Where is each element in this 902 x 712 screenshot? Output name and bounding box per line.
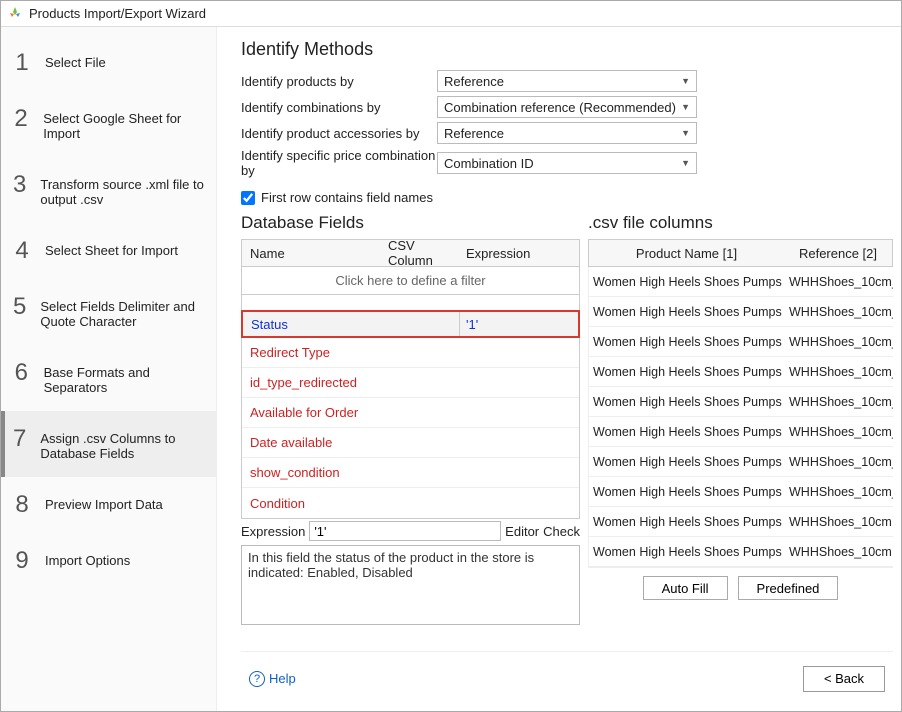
field-row[interactable]: show_condition	[242, 458, 579, 488]
predefined-button[interactable]: Predefined	[738, 576, 839, 600]
identify-products-label: Identify products by	[241, 74, 437, 89]
field-row[interactable]: Date available	[242, 428, 579, 458]
help-icon: ?	[249, 671, 265, 687]
wizard-footer: ? Help < Back	[241, 651, 893, 705]
field-description: In this field the status of the product …	[241, 545, 580, 625]
expression-input[interactable]	[309, 521, 501, 541]
auto-fill-button[interactable]: Auto Fill	[643, 576, 728, 600]
step-8[interactable]: 8Preview Import Data	[1, 477, 216, 533]
selected-field-name: Status	[243, 317, 381, 332]
col-exp-header[interactable]: Expression	[458, 246, 579, 261]
csv-col-2-header[interactable]: Reference [2]	[784, 246, 892, 261]
csv-row[interactable]: Women High Heels Shoes Pumps 10cmWHHShoe…	[589, 477, 893, 507]
identify-combinations-combo[interactable]: Combination reference (Recommended)▼	[437, 96, 697, 118]
csv-row[interactable]: Women High Heels Shoes Pumps 10cmWHHShoe…	[589, 357, 893, 387]
identify-price-combo-label: Identify specific price combination by	[241, 148, 437, 178]
help-link[interactable]: ? Help	[249, 671, 296, 687]
csv-row[interactable]: Women High Heels Shoes Pumps 10cmWHHShoe…	[589, 387, 893, 417]
identify-accessories-combo[interactable]: Reference▼	[437, 122, 697, 144]
chevron-down-icon: ▼	[681, 158, 690, 168]
app-icon	[7, 6, 23, 22]
step-7[interactable]: 7Assign .csv Columns to Database Fields	[1, 411, 216, 477]
db-fields-header: Name CSV Column Expression	[241, 239, 580, 267]
check-link[interactable]: Check	[543, 524, 580, 539]
field-row[interactable]: Redirect Type	[242, 338, 579, 368]
identify-accessories-label: Identify product accessories by	[241, 126, 437, 141]
csv-columns-panel: .csv file columns Product Name [1] Refer…	[588, 213, 893, 651]
identify-header: Identify Methods	[241, 39, 893, 60]
help-label: Help	[269, 671, 296, 686]
main-panel: Identify Methods Identify products by Re…	[217, 27, 901, 711]
titlebar: Products Import/Export Wizard	[1, 1, 901, 27]
col-name-header[interactable]: Name	[242, 246, 380, 261]
csv-row[interactable]: Women High Heels Shoes Pumps 10cmWHHShoe…	[589, 297, 893, 327]
csv-row[interactable]: Women High Heels Shoes Pumps 10cmWHHShoe…	[589, 267, 893, 297]
chevron-down-icon: ▼	[681, 128, 690, 138]
csv-row[interactable]: Women High Heels Shoes Pumps 10cmWHHShoe…	[589, 447, 893, 477]
identify-combinations-label: Identify combinations by	[241, 100, 437, 115]
csv-row[interactable]: Women High Heels Shoes Pumps 10cmWHHShoe…	[589, 507, 893, 537]
csv-data-rows: Women High Heels Shoes Pumps 10cmWHHShoe…	[588, 267, 893, 567]
csv-cols-title: .csv file columns	[588, 213, 893, 233]
back-button[interactable]: < Back	[803, 666, 885, 692]
step-2[interactable]: 2Select Google Sheet for Import	[1, 91, 216, 157]
step-5[interactable]: 5Select Fields Delimiter and Quote Chara…	[1, 279, 216, 345]
expression-label: Expression	[241, 524, 305, 539]
first-row-label: First row contains field names	[261, 190, 433, 205]
window-title: Products Import/Export Wizard	[29, 6, 206, 21]
wizard-steps-sidebar: 1Select File 2Select Google Sheet for Im…	[1, 27, 217, 711]
csv-cols-header: Product Name [1] Reference [2]	[588, 239, 893, 267]
selected-field-row[interactable]: Status '1'	[241, 310, 580, 338]
filter-row[interactable]: Click here to define a filter	[241, 267, 580, 295]
selected-field-expression: '1'	[459, 312, 578, 336]
editor-link[interactable]: Editor	[505, 524, 539, 539]
first-row-checkbox[interactable]	[241, 191, 255, 205]
csv-row[interactable]: Women High Heels Shoes Pumps 10cmWHHShoe…	[589, 537, 893, 567]
identify-price-combo[interactable]: Combination ID▼	[437, 152, 697, 174]
field-row[interactable]: id_type_redirected	[242, 368, 579, 398]
db-fields-title: Database Fields	[241, 213, 580, 233]
step-9[interactable]: 9Import Options	[1, 533, 216, 589]
step-4[interactable]: 4Select Sheet for Import	[1, 223, 216, 279]
identify-products-combo[interactable]: Reference▼	[437, 70, 697, 92]
col-csv-header[interactable]: CSV Column	[380, 238, 458, 268]
step-6[interactable]: 6Base Formats and Separators	[1, 345, 216, 411]
db-field-rows: Redirect Type id_type_redirected Availab…	[241, 338, 580, 519]
chevron-down-icon: ▼	[681, 102, 690, 112]
csv-row[interactable]: Women High Heels Shoes Pumps 10cmWHHShoe…	[589, 417, 893, 447]
csv-col-1-header[interactable]: Product Name [1]	[589, 246, 784, 261]
database-fields-panel: Database Fields Name CSV Column Expressi…	[241, 213, 580, 651]
chevron-down-icon: ▼	[681, 76, 690, 86]
step-3[interactable]: 3Transform source .xml file to output .c…	[1, 157, 216, 223]
field-row[interactable]: Condition	[242, 488, 579, 518]
field-row[interactable]: Available for Order	[242, 398, 579, 428]
app-window: Products Import/Export Wizard 1Select Fi…	[0, 0, 902, 712]
step-1[interactable]: 1Select File	[1, 35, 216, 91]
grid-spacer	[241, 295, 580, 311]
csv-row[interactable]: Women High Heels Shoes Pumps 10cmWHHShoe…	[589, 327, 893, 357]
